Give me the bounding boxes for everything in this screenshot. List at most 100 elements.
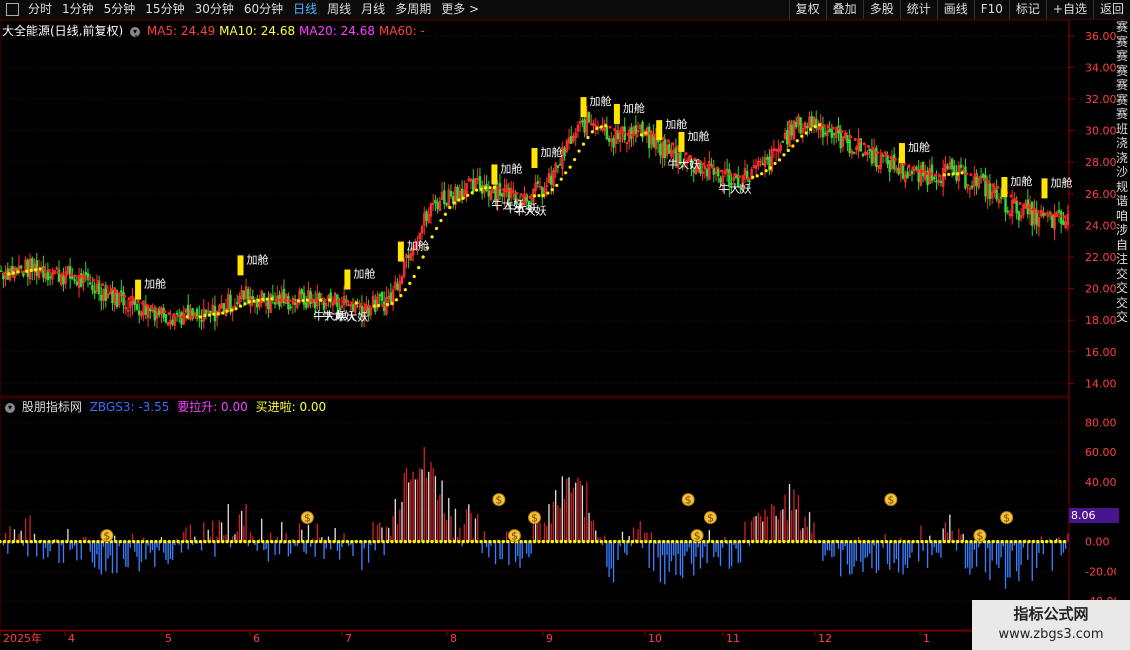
candle-body <box>786 130 789 145</box>
tab-15min[interactable]: 15分钟 <box>140 0 189 19</box>
price-tick-label: 24.00 <box>1085 219 1116 232</box>
f10-button[interactable]: F10 <box>973 0 1009 19</box>
candle-body <box>999 196 1003 199</box>
tab-multi-period[interactable]: 多周期 <box>390 0 436 19</box>
zero-dot <box>635 539 639 544</box>
ma-dot <box>996 185 1000 190</box>
ma-dot <box>332 299 336 303</box>
ma-dot <box>274 297 278 302</box>
ma-dot <box>546 191 550 195</box>
tab-weekly[interactable]: 周线 <box>322 0 356 19</box>
candle-body <box>1057 209 1061 213</box>
ma-dot <box>1027 205 1031 209</box>
zero-dot <box>755 539 759 544</box>
mark-button[interactable]: 标记 <box>1008 0 1046 19</box>
ma-dot <box>1036 210 1040 214</box>
tab-1min[interactable]: 1分钟 <box>57 0 99 19</box>
zero-dot <box>136 539 140 544</box>
zero-dot <box>559 539 563 544</box>
ma-dot <box>822 124 826 128</box>
candle-body <box>906 171 909 179</box>
ma-dot <box>305 298 309 302</box>
multi-stock-button[interactable]: 多股 <box>862 0 900 19</box>
fuquan-button[interactable]: 复权 <box>788 0 826 19</box>
overlay-button[interactable]: 叠加 <box>825 0 863 19</box>
zero-dot <box>822 539 826 544</box>
zero-dot <box>960 539 964 544</box>
tab-minute[interactable]: 分时 <box>23 0 57 19</box>
ma-dot <box>809 127 813 131</box>
ma-dot <box>354 301 358 305</box>
tab-daily[interactable]: 日线 <box>288 0 322 19</box>
ma-dot <box>2 272 7 276</box>
window-icon[interactable] <box>6 3 19 16</box>
back-button[interactable]: 返回 <box>1092 0 1130 19</box>
zero-dot <box>991 539 995 544</box>
add-marker-label: 加舱 <box>687 129 709 143</box>
ma-dot <box>225 309 229 313</box>
zero-dot <box>568 539 572 544</box>
zero-dot <box>964 539 969 544</box>
ma-dot <box>907 164 911 169</box>
ma-dot <box>243 302 247 306</box>
candle-body <box>630 127 633 139</box>
ma-dot <box>537 194 541 198</box>
ma-dot <box>550 188 554 192</box>
ma-dot <box>826 125 831 129</box>
kline-chart[interactable]: 36.00 34.00 32.00 30.00 28.00 26.00 24.00 22.00… <box>0 20 1116 650</box>
ma-dot <box>590 130 595 134</box>
price-tick-label: 36.00 <box>1085 30 1116 43</box>
zero-dot <box>465 539 470 544</box>
side-strip-text: 赛赛赛赛赛赛赛班浇浇沙规谐咱涉自注交交交交 <box>1116 20 1129 324</box>
tab-30min[interactable]: 30分钟 <box>190 0 239 19</box>
zero-dot <box>350 539 354 544</box>
zero-dot <box>16 539 20 544</box>
add-marker-label: 加舱 <box>500 161 522 175</box>
candle-body <box>790 124 793 136</box>
zero-dot <box>416 539 421 544</box>
candle-body <box>389 292 393 303</box>
zero-dot <box>229 539 234 544</box>
ma-dot <box>279 298 283 302</box>
tab-60min[interactable]: 60分钟 <box>239 0 288 19</box>
ma-dot <box>795 139 799 143</box>
add-marker-label: 加舱 <box>144 277 166 291</box>
candle-body <box>472 179 475 192</box>
zero-dot <box>599 539 604 544</box>
ma-dot <box>261 297 265 301</box>
ma-dot <box>368 305 372 309</box>
candle-body <box>407 255 410 258</box>
add-watchlist-button[interactable]: +自选 <box>1045 0 1093 19</box>
zero-dot <box>737 539 742 544</box>
ma-dot <box>377 304 381 308</box>
stats-button[interactable]: 统计 <box>899 0 937 19</box>
candle-body <box>84 271 87 276</box>
tab-5min[interactable]: 5分钟 <box>99 0 141 19</box>
zero-dot <box>675 539 679 544</box>
tab-more[interactable]: 更多 > <box>436 0 484 19</box>
ma-dot <box>519 193 523 197</box>
ma-dot <box>933 173 937 177</box>
ma-dot <box>198 315 203 319</box>
zero-dot <box>782 539 786 544</box>
zero-dot <box>586 539 590 544</box>
zero-dot <box>555 539 559 544</box>
add-marker-bar <box>344 269 351 290</box>
candle-body <box>88 282 92 285</box>
tab-monthly[interactable]: 月线 <box>356 0 390 19</box>
draw-line-button[interactable]: 画线 <box>936 0 974 19</box>
candle-body <box>302 292 306 305</box>
indicator-value-box: 8.06 <box>1069 508 1119 523</box>
candle-body <box>995 189 998 200</box>
zero-dot <box>661 539 666 544</box>
price-tick-label: 32.00 <box>1085 93 1116 106</box>
zero-dot <box>648 539 653 544</box>
date-tick-label: 8 <box>450 632 457 645</box>
zero-dot <box>96 539 100 544</box>
ma-dot <box>434 226 439 231</box>
ma-dot <box>203 313 207 318</box>
candle-body <box>781 141 785 143</box>
ma-dot <box>635 134 639 138</box>
ma-dot <box>16 270 20 274</box>
zero-dot <box>60 539 65 544</box>
